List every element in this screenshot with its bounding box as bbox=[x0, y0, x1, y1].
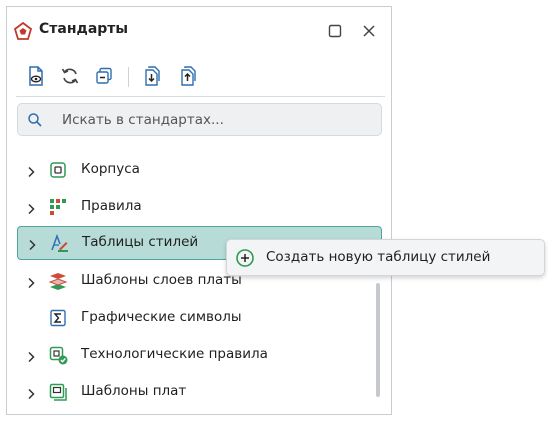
toolbar bbox=[7, 61, 391, 91]
tree-item-label: Таблицы стилей bbox=[82, 234, 199, 250]
document-view-icon[interactable] bbox=[23, 63, 49, 89]
tree-item-label: Графические символы bbox=[81, 309, 242, 325]
maximize-icon[interactable] bbox=[325, 21, 345, 41]
standards-panel: Стандарты Искать в стандартах... Корпуса… bbox=[6, 6, 392, 415]
tree-item-packages[interactable]: Корпуса bbox=[17, 153, 382, 187]
close-icon[interactable] bbox=[359, 21, 379, 41]
context-menu-create-style-table[interactable]: Создать новую таблицу стилей bbox=[226, 239, 545, 276]
search-icon bbox=[27, 112, 43, 128]
chevron-right-icon[interactable] bbox=[25, 274, 37, 289]
refresh-icon[interactable] bbox=[57, 63, 83, 89]
toolbar-divider bbox=[16, 96, 385, 97]
vertical-scrollbar[interactable] bbox=[376, 283, 380, 397]
plus-circle-icon bbox=[235, 248, 255, 268]
tree-item-label: Шаблоны плат bbox=[81, 383, 187, 399]
chevron-right-icon[interactable] bbox=[25, 163, 37, 178]
tree-item-board-templates[interactable]: Шаблоны плат bbox=[17, 375, 382, 409]
tree-item-label: Корпуса bbox=[81, 161, 140, 177]
tree-item-tech-rules[interactable]: Технологические правила bbox=[17, 338, 382, 372]
tree-item-graphic-symbols[interactable]: Графические символы bbox=[17, 301, 382, 335]
chevron-right-icon[interactable] bbox=[25, 385, 37, 400]
panel-title: Стандарты bbox=[39, 21, 129, 37]
style-table-icon bbox=[49, 233, 69, 253]
context-menu-item-label: Создать новую таблицу стилей bbox=[266, 249, 491, 265]
search-input[interactable] bbox=[62, 110, 362, 130]
panel-titlebar: Стандарты bbox=[7, 7, 391, 53]
chevron-right-icon[interactable] bbox=[25, 348, 37, 363]
chip-check-icon bbox=[48, 345, 68, 365]
tree-item-label: Правила bbox=[81, 198, 142, 214]
rules-grid-icon bbox=[48, 197, 68, 217]
toolbar-separator bbox=[128, 67, 129, 87]
import-icon[interactable] bbox=[139, 63, 165, 89]
export-icon[interactable] bbox=[175, 63, 201, 89]
layer-stack-icon bbox=[48, 271, 68, 291]
tree-item-label: Шаблоны слоев платы bbox=[81, 272, 242, 288]
sigma-symbol-icon bbox=[48, 308, 68, 328]
standards-pentagon-icon bbox=[13, 21, 33, 41]
tree-item-label: Технологические правила bbox=[81, 346, 268, 362]
chevron-right-icon[interactable] bbox=[25, 200, 37, 215]
search-box[interactable] bbox=[17, 103, 382, 136]
collapse-all-icon[interactable] bbox=[91, 63, 117, 89]
package-chip-icon bbox=[48, 160, 68, 180]
tree-item-rules[interactable]: Правила bbox=[17, 190, 382, 224]
board-template-icon bbox=[48, 382, 68, 402]
chevron-right-icon[interactable] bbox=[26, 236, 38, 251]
